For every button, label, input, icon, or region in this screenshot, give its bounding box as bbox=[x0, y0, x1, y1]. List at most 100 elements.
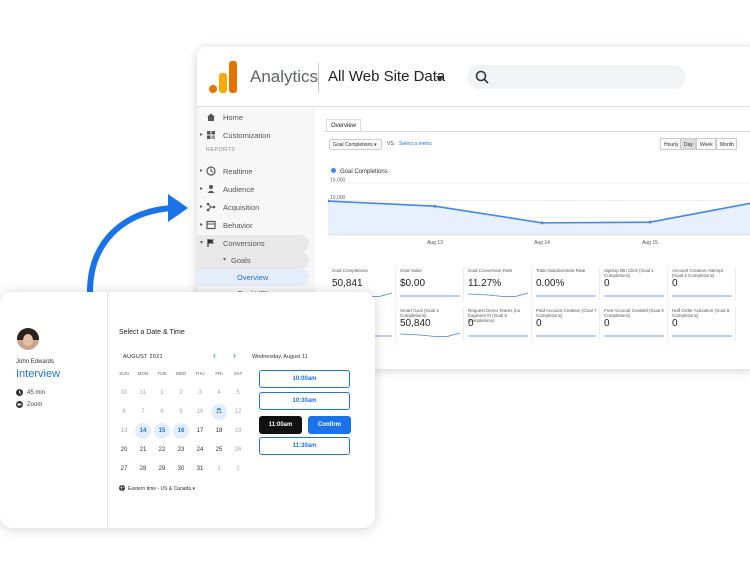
calendar-day[interactable]: 3 bbox=[192, 385, 208, 401]
data-point[interactable] bbox=[648, 220, 652, 224]
tab-divider bbox=[324, 131, 750, 132]
sparkline bbox=[536, 295, 596, 297]
calendar-day[interactable]: 14 bbox=[135, 423, 151, 439]
granularity-hourly-button[interactable]: Hourly bbox=[660, 138, 681, 150]
weekday-label: MON bbox=[137, 371, 149, 376]
search-box[interactable] bbox=[467, 65, 686, 89]
calendar-day[interactable]: 22 bbox=[154, 442, 170, 458]
calendar-day[interactable]: 13 bbox=[116, 423, 132, 439]
granularity-month-button[interactable]: Month bbox=[716, 138, 737, 150]
time-slot[interactable]: 11:30am bbox=[259, 437, 350, 455]
next-month-icon[interactable]: › bbox=[233, 350, 236, 360]
metric-card[interactable]: Account Creation Attempt (Goal 2 Complet… bbox=[670, 267, 736, 301]
calendar-day[interactable]: 10 bbox=[192, 404, 208, 420]
metric-value: 0 bbox=[604, 318, 610, 329]
sidebar-item-overview[interactable]: Overview bbox=[197, 269, 309, 286]
caret-down-icon[interactable] bbox=[436, 76, 444, 81]
metric-dropdown[interactable]: Goal Completions ▾ bbox=[329, 139, 382, 150]
select-metric-link[interactable]: Select a metric bbox=[399, 141, 432, 147]
calendar-day[interactable]: 1 bbox=[211, 461, 227, 477]
calendar-day[interactable]: 25 bbox=[211, 442, 227, 458]
calendar-day[interactable]: 23 bbox=[173, 442, 189, 458]
calendar-day[interactable]: 2 bbox=[173, 385, 189, 401]
property-selector[interactable]: All Web Site Data bbox=[328, 68, 445, 85]
metric-label: Goal Value bbox=[400, 268, 422, 273]
prev-month-icon[interactable]: ‹ bbox=[213, 350, 216, 360]
calendar-day[interactable]: 31 bbox=[135, 385, 151, 401]
chart-legend: Goal Completions bbox=[331, 168, 388, 175]
metric-value: $0.00 bbox=[400, 278, 426, 289]
calendar-day[interactable]: 21 bbox=[135, 442, 151, 458]
calendar-day[interactable]: 24 bbox=[192, 442, 208, 458]
metric-value: 0.00% bbox=[536, 278, 565, 289]
metric-card[interactable]: Paid Account Creation (Goal 7 Completion… bbox=[534, 307, 600, 341]
video-icon bbox=[16, 401, 23, 408]
calendar-day[interactable]: 9 bbox=[173, 404, 189, 420]
metric-card[interactable]: Request Demo Teams (no fragment #) (Goal… bbox=[466, 307, 532, 341]
calendar-day[interactable]: 7 bbox=[135, 404, 151, 420]
metric-label: Total Abandonment Rate bbox=[536, 268, 586, 273]
data-point[interactable] bbox=[540, 221, 544, 225]
sparkline bbox=[604, 295, 664, 297]
x-tick-label: Aug 13 bbox=[427, 240, 443, 246]
y-tick-label: 10,000 bbox=[330, 195, 346, 201]
metric-card[interactable]: Free Account Created (Goal 8 Completions… bbox=[602, 307, 668, 341]
calendar-day[interactable]: 15 bbox=[154, 423, 170, 439]
metric-card[interactable]: Goal Conversion Rate 11.27% bbox=[466, 267, 532, 301]
calendar-day[interactable]: 1 bbox=[154, 385, 170, 401]
granularity-week-button[interactable]: Week bbox=[696, 138, 716, 150]
calendar-day[interactable]: 17 bbox=[192, 423, 208, 439]
acquisition-icon bbox=[206, 202, 216, 212]
curved-arrow-icon bbox=[87, 194, 188, 295]
calendar-day[interactable]: 6 bbox=[116, 404, 132, 420]
expand-arrow-icon: ▸ bbox=[200, 204, 204, 210]
calendar-day[interactable]: 11 bbox=[211, 404, 227, 420]
calendar-day[interactable]: 27 bbox=[116, 461, 132, 477]
metric-label: Request Demo Teams (no fragment #) (Goal… bbox=[468, 308, 521, 323]
sidebar-item-customization[interactable]: ▸ Customization bbox=[197, 127, 315, 144]
calendar-day[interactable]: 2 bbox=[230, 461, 246, 477]
y-tick-label: 15,000 bbox=[330, 178, 346, 184]
sidebar-item-acquisition[interactable]: ▸ Acquisition bbox=[197, 199, 315, 216]
confirm-button[interactable]: Confirm bbox=[308, 416, 351, 434]
expand-arrow-icon: ▸ bbox=[200, 222, 204, 228]
time-slot[interactable]: 10:00am bbox=[259, 370, 350, 388]
metric-card[interactable]: Smart Goal (Goal 3 Completions) 50,840 bbox=[398, 307, 464, 341]
behavior-icon bbox=[206, 220, 216, 230]
metric-label: Account Creation Attempt (Goal 2 Complet… bbox=[672, 268, 724, 278]
timezone-selector[interactable]: Eastern time - US & Canada ▾ bbox=[119, 484, 195, 492]
calendar-day[interactable]: 8 bbox=[154, 404, 170, 420]
metric-label: Paid Account Creation (Goal 7 Completion… bbox=[536, 308, 597, 318]
calendar-day[interactable]: 26 bbox=[230, 442, 246, 458]
calendar-day[interactable]: 12 bbox=[230, 404, 246, 420]
granularity-day-button[interactable]: Day bbox=[680, 138, 696, 150]
calendar-day[interactable]: 20 bbox=[116, 442, 132, 458]
sidebar-item-home[interactable]: Home bbox=[197, 109, 315, 126]
calendar-day[interactable]: 18 bbox=[211, 423, 227, 439]
reports-heading: REPORTS bbox=[206, 147, 236, 153]
data-point[interactable] bbox=[433, 204, 437, 208]
calendar-day[interactable]: 31 bbox=[192, 461, 208, 477]
picker-title: Select a Date & Time bbox=[119, 329, 185, 336]
app-name: Analytics bbox=[250, 67, 319, 86]
metric-card[interactable]: Total Abandonment Rate 0.00% bbox=[534, 267, 600, 301]
metric-card[interactable]: Half Order Activation (Goal 9 Completion… bbox=[670, 307, 736, 341]
selected-time-slot[interactable]: 11:00am bbox=[259, 416, 302, 434]
sidebar-item-goals[interactable]: ▾ Goals bbox=[197, 252, 309, 269]
calendar-day[interactable]: 28 bbox=[135, 461, 151, 477]
metric-card[interactable]: Goal Value $0.00 bbox=[398, 267, 464, 301]
calendar-day[interactable]: 5 bbox=[230, 385, 246, 401]
time-slot[interactable]: 10:30am bbox=[259, 392, 350, 410]
calendar-day[interactable]: 19 bbox=[230, 423, 246, 439]
calendar-day[interactable]: 30 bbox=[116, 385, 132, 401]
sidebar-item-realtime[interactable]: ▸ Realtime bbox=[197, 163, 315, 180]
calendar-day[interactable]: 4 bbox=[211, 385, 227, 401]
sidebar-item-behavior[interactable]: ▸ Behavior bbox=[197, 217, 315, 234]
calendar-day[interactable]: 30 bbox=[173, 461, 189, 477]
collapse-arrow-icon: ▾ bbox=[200, 240, 204, 246]
calendar-day[interactable]: 29 bbox=[154, 461, 170, 477]
metric-card[interactable]: SignUp Btn Click (Goal 1 Completions) 0 bbox=[602, 267, 668, 301]
sidebar-item-audience[interactable]: ▸ Audience bbox=[197, 181, 315, 198]
sidebar-item-conversions[interactable]: ▾ Conversions bbox=[197, 235, 309, 252]
calendar-day[interactable]: 16 bbox=[173, 423, 189, 439]
